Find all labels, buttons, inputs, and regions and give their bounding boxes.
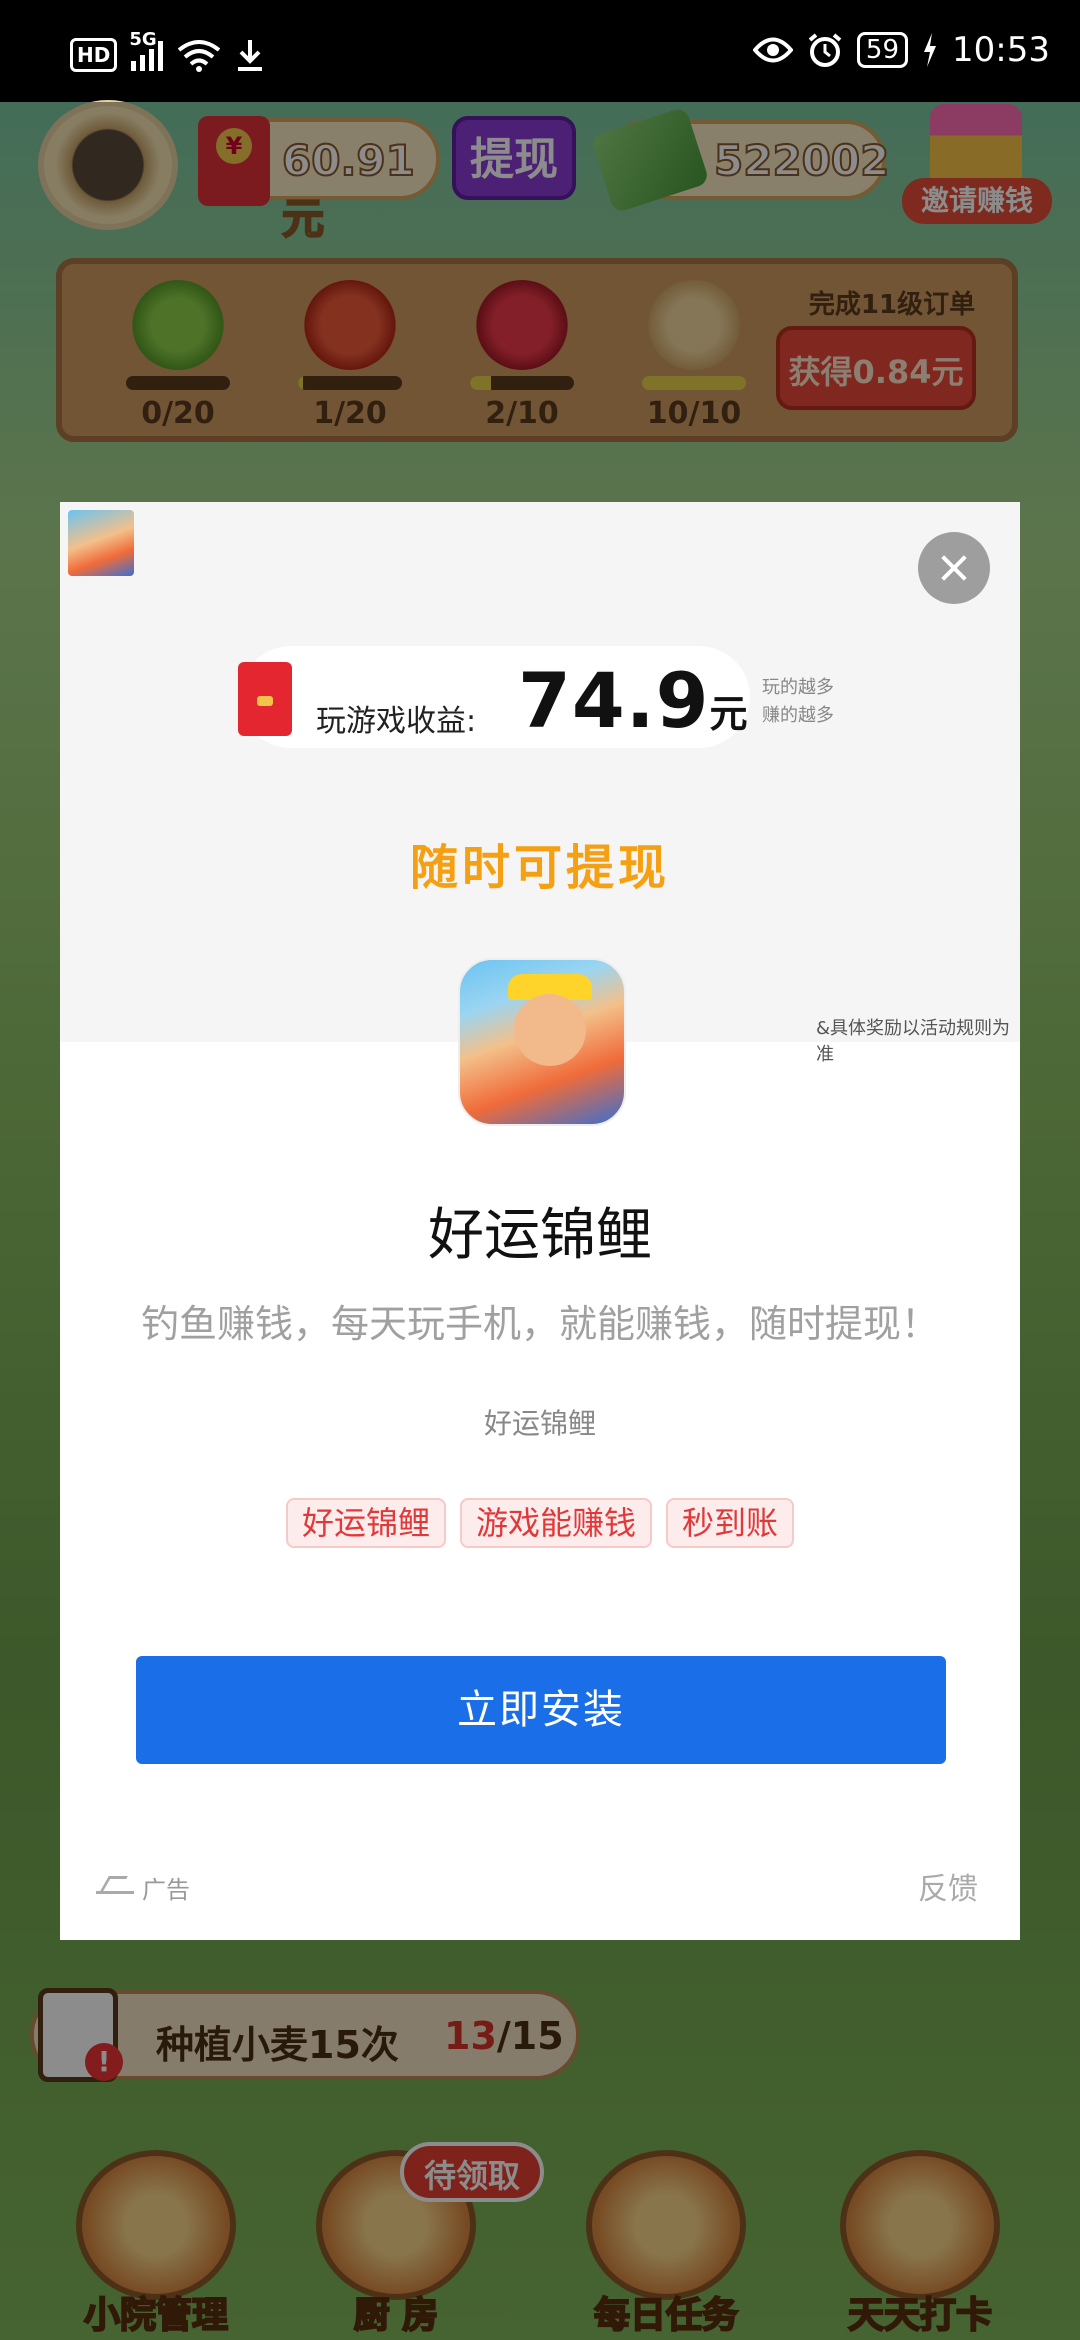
- app-icon: [458, 958, 626, 1126]
- red-envelope-icon: [238, 662, 292, 736]
- app-name: 好运锦鲤: [428, 1203, 652, 1268]
- charging-icon: [924, 33, 937, 67]
- hd-icon: HD: [70, 38, 118, 72]
- earnings-note: 玩的越多 赚的越多: [762, 677, 834, 726]
- battery-indicator: 59: [856, 32, 909, 68]
- tag: 秒到账: [666, 1498, 795, 1548]
- app-logo-small: [68, 510, 134, 576]
- ad-network-icon: [96, 1882, 134, 1894]
- app-subtitle: 好运锦鲤: [483, 1407, 596, 1440]
- tag: 好运锦鲤: [285, 1498, 446, 1548]
- earnings-label: 玩游戏收益:: [316, 704, 477, 739]
- alarm-icon: [808, 33, 842, 67]
- earnings-amount: 74.9元: [518, 656, 749, 745]
- status-bar: HD 5G 59 10:53: [0, 0, 1080, 102]
- tag-list: 好运锦鲤 游戏能赚钱 秒到账: [60, 1498, 1020, 1548]
- rule-note: &具体奖励以活动规则为准: [816, 1018, 1011, 1065]
- tag: 游戏能赚钱: [459, 1498, 652, 1548]
- ad-label: 广告: [142, 1876, 190, 1904]
- withdraw-slogan: 随时可提现: [409, 840, 670, 896]
- download-icon: [238, 40, 263, 71]
- ad-mark: 广告: [96, 1870, 190, 1905]
- eye-icon: [752, 37, 793, 63]
- feedback-link[interactable]: 反馈: [918, 1864, 978, 1908]
- app-description: 钓鱼赚钱，每天玩手机，就能赚钱，随时提现！: [140, 1302, 939, 1346]
- close-button[interactable]: [918, 532, 990, 604]
- clock: 10:53: [952, 30, 1050, 70]
- wifi-icon: [178, 40, 221, 72]
- ad-dialog: 玩游戏收益: 74.9元 玩的越多 赚的越多 随时可提现 &具体奖励以活动规则为…: [60, 502, 1020, 1940]
- install-button[interactable]: 立即安装: [136, 1656, 946, 1764]
- cellular-signal-icon: 5G: [129, 29, 164, 71]
- earnings-pill: 玩游戏收益: 74.9元: [238, 646, 750, 748]
